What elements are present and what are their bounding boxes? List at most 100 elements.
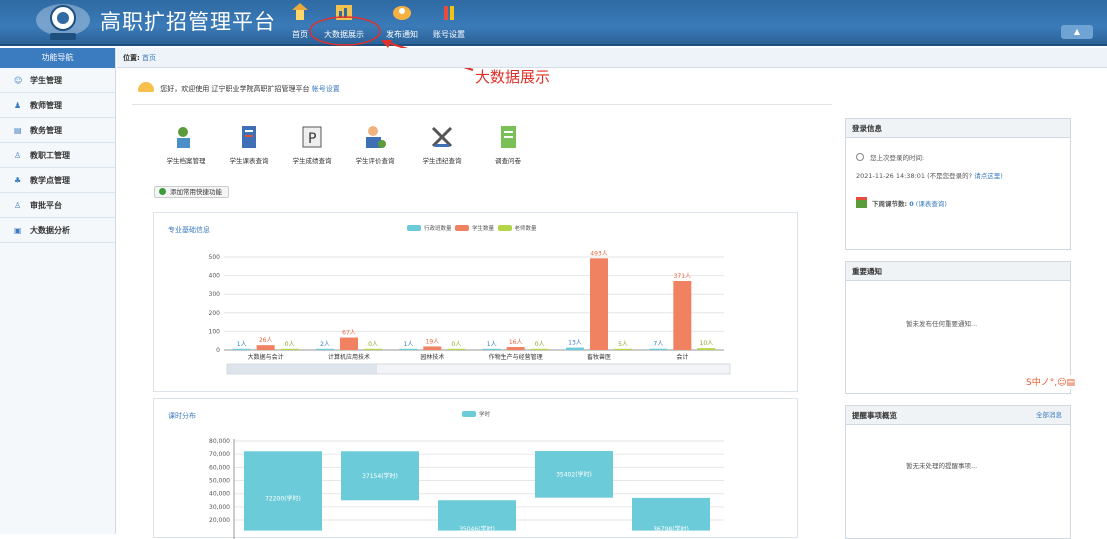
- data-label: 37154(学时): [362, 472, 398, 480]
- last-login-row: 您上次登录的时间:: [856, 152, 924, 162]
- sidebar-item-staff[interactable]: ♙ 教职工管理: [0, 143, 115, 168]
- quick-label: 学生评价查询: [355, 157, 395, 165]
- quick-student-archive[interactable]: 学生档案管理: [156, 124, 216, 165]
- student-archive-icon: [177, 127, 190, 148]
- zoom-slider-handle: [227, 364, 377, 374]
- app-title: 高职扩招管理平台: [100, 10, 276, 34]
- bar: [340, 337, 358, 350]
- quick-label: 学生课表查询: [229, 157, 269, 165]
- bar: [447, 348, 466, 350]
- y-tick-label: 20,000: [209, 517, 230, 524]
- data-label: 13人: [568, 340, 582, 347]
- nav-account[interactable]: 账号设置: [428, 0, 470, 46]
- add-shortcut-button[interactable]: 添加常用快捷功能: [154, 186, 229, 198]
- sidebar-item-academic[interactable]: ▤ 教务管理: [0, 118, 115, 143]
- quick-schedule[interactable]: 学生课表查询: [219, 124, 279, 165]
- nav-notice-label: 发布通知: [386, 30, 418, 39]
- sidebar-item-label: 学生管理: [30, 76, 62, 85]
- sidebar-item-label: 大数据分析: [30, 226, 70, 235]
- major-info-chart: 5004003002001000大数据与会计1人26人0人计算机应用技术2人67…: [209, 250, 731, 375]
- clock-icon: [856, 153, 864, 161]
- nav-bigdata[interactable]: 大数据展示: [314, 0, 374, 46]
- bar: [530, 348, 549, 350]
- nav-home[interactable]: 首页: [283, 0, 317, 46]
- analytics-icon: ▣: [14, 226, 22, 235]
- reminders-empty-text: 暂无未处理的提醒事项...: [906, 462, 978, 470]
- bar: [697, 348, 716, 350]
- sidebar-item-bigdata[interactable]: ▣ 大数据分析: [0, 218, 115, 243]
- data-label: 26人: [259, 337, 273, 344]
- bar: [506, 347, 525, 350]
- bar: [232, 348, 251, 350]
- notice-empty-text: 暂未发布任何重要通知...: [906, 320, 978, 328]
- add-shortcut-label: 添加常用快捷功能: [170, 188, 222, 196]
- bar: [316, 348, 334, 350]
- sidebar-item-label: 教职工管理: [30, 151, 70, 160]
- site-icon: ♣: [14, 176, 22, 185]
- y-tick-label: 0: [216, 347, 220, 354]
- x-tick-label: 会计: [676, 353, 688, 361]
- reminders-panel: 提醒事项概览 全部消息 暂无未处理的提醒事项...: [845, 405, 1071, 539]
- schedule-link[interactable]: (课表查询): [916, 200, 947, 208]
- data-label: 35046(学时): [459, 525, 495, 533]
- data-label: 7人: [653, 341, 663, 348]
- add-icon: [159, 188, 166, 195]
- sidebar-item-label: 审批平台: [30, 201, 62, 210]
- quick-evaluation[interactable]: 学生评价查询: [345, 124, 405, 165]
- y-tick-label: 50,000: [209, 478, 230, 485]
- grades-icon: P: [302, 126, 322, 148]
- ime-toolbar[interactable]: S中ノ°,☺▤: [1026, 375, 1107, 389]
- y-tick-label: 40,000: [209, 491, 230, 498]
- y-tick-label: 70,000: [209, 451, 230, 458]
- annotation-label: 大数据展示: [475, 68, 551, 86]
- quick-label: 学生成绩查询: [292, 157, 332, 165]
- breadcrumb-current[interactable]: 首页: [142, 54, 156, 62]
- y-tick-label: 60,000: [209, 464, 230, 471]
- data-label: 1人: [403, 341, 413, 348]
- bar: [244, 451, 322, 531]
- panel-title: 提醒事项概览 全部消息: [846, 406, 1070, 425]
- all-messages-link[interactable]: 全部消息: [1036, 406, 1062, 425]
- bar: [614, 348, 632, 350]
- nav-notice[interactable]: 发布通知: [381, 0, 423, 46]
- y-tick-label: 100: [209, 328, 221, 335]
- bar: [256, 345, 275, 350]
- bar: [280, 348, 299, 350]
- quick-label: 学生档案管理: [166, 157, 206, 165]
- user-menu-button[interactable]: ▲: [1061, 25, 1093, 39]
- sidebar-item-teaching-sites[interactable]: ♣ 教学点管理: [0, 168, 115, 193]
- next-week-count: 0: [909, 200, 914, 208]
- reminders-title: 提醒事项概览: [852, 411, 897, 420]
- data-label: 0人: [535, 341, 545, 348]
- data-label: 5人: [618, 341, 628, 348]
- staff-icon: ♙: [14, 151, 22, 160]
- sidebar-item-label: 教务管理: [30, 126, 62, 135]
- sidebar-item-label: 教学点管理: [30, 176, 70, 185]
- click-here-link[interactable]: 请点这里): [974, 172, 1003, 180]
- nav-home-label: 首页: [292, 30, 308, 39]
- hours-panel: 课时分布 学时 80,000 70,000 60,000 50,000 40,000 30…: [153, 398, 798, 539]
- top-header: 高职扩招管理平台 首页 大数据展示 发布通知 账号设置 ▲: [0, 0, 1107, 46]
- teacher-icon: ♟: [14, 101, 22, 110]
- discipline-icon: [431, 126, 453, 148]
- x-tick-label: 畜牧兽医: [587, 353, 611, 361]
- sidebar-item-students[interactable]: ☺ 学生管理: [0, 68, 115, 93]
- data-label: 1人: [237, 341, 247, 348]
- quick-label: 学生违纪查询: [422, 157, 462, 165]
- data-label: 0人: [285, 341, 295, 348]
- welcome-text: 您好，欢迎使用 辽宁职业学院高职扩招管理平台: [160, 85, 310, 93]
- survey-icon: [501, 126, 516, 148]
- account-settings-link[interactable]: 帐号设置: [312, 85, 340, 93]
- quick-survey[interactable]: 调查问卷: [478, 124, 538, 165]
- breadcrumb: 位置: 首页: [117, 48, 1107, 68]
- sidebar-item-teachers[interactable]: ♟ 教师管理: [0, 93, 115, 118]
- schedule-icon: [242, 126, 256, 148]
- nav-bigdata-label: 大数据展示: [324, 30, 364, 39]
- x-tick-label: 园林技术: [420, 353, 444, 361]
- quick-discipline[interactable]: 学生违纪查询: [412, 124, 472, 165]
- quick-grades[interactable]: P 学生成绩查询: [282, 124, 342, 165]
- data-label: 0人: [368, 341, 378, 348]
- x-tick-label: 计算机应用技术: [328, 353, 370, 361]
- sidebar-item-approval[interactable]: ♙ 审批平台: [0, 193, 115, 218]
- data-label: 72200(学时): [265, 494, 301, 502]
